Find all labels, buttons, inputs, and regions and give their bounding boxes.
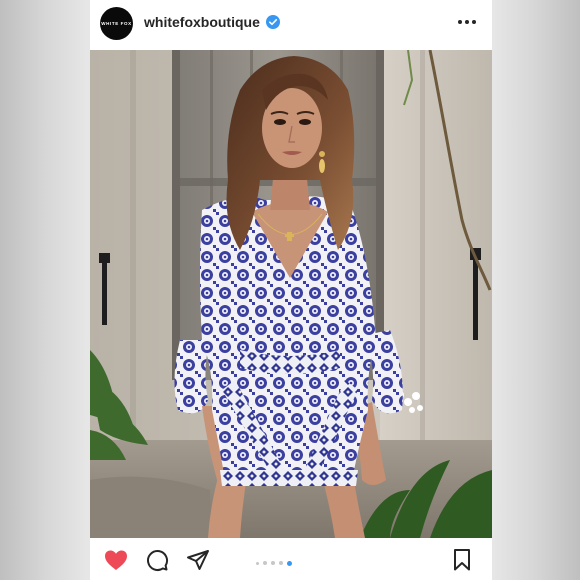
heart-icon xyxy=(105,550,127,570)
send-icon xyxy=(187,550,209,570)
username[interactable]: whitefoxboutique xyxy=(144,14,260,30)
post-image[interactable] xyxy=(90,50,492,538)
share-button[interactable] xyxy=(183,540,213,580)
bookmark-icon xyxy=(454,549,470,571)
comment-icon xyxy=(147,550,169,571)
like-button[interactable] xyxy=(101,540,131,580)
action-bar xyxy=(90,540,492,580)
carousel-dot xyxy=(263,561,267,565)
avatar-text: WHITE FOX xyxy=(101,21,132,26)
post-header: WHITE FOX whitefoxboutique xyxy=(90,0,492,48)
carousel-dot-active xyxy=(287,560,292,566)
carousel-dot xyxy=(271,561,275,565)
carousel-indicator xyxy=(256,560,292,566)
verified-badge-icon xyxy=(266,15,280,29)
carousel-dot xyxy=(279,561,283,565)
post-card: WHITE FOX whitefoxboutique xyxy=(90,0,492,580)
more-options-icon[interactable] xyxy=(457,18,477,26)
comment-button[interactable] xyxy=(142,540,172,580)
avatar[interactable]: WHITE FOX xyxy=(100,7,133,40)
save-button[interactable] xyxy=(447,540,477,580)
carousel-dot xyxy=(256,561,259,565)
